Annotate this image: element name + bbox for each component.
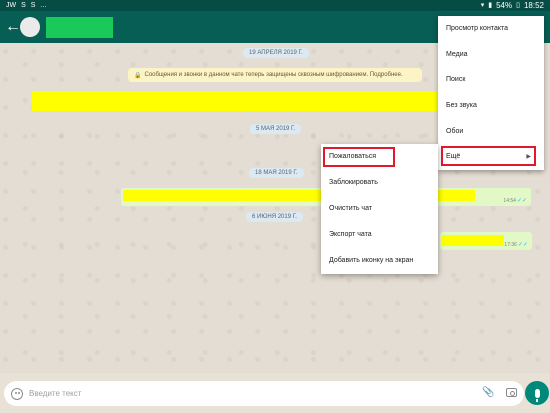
microphone-icon xyxy=(534,388,540,402)
emoji-icon[interactable] xyxy=(11,387,23,400)
message-redacted[interactable] xyxy=(32,91,442,111)
avatar[interactable] xyxy=(20,17,40,37)
message-redacted xyxy=(442,235,504,246)
arrow-left-icon[interactable]: ← xyxy=(5,11,21,43)
status-bar: JW S S ... ▾ ▮ 54% ▯ 18:52 xyxy=(0,0,550,11)
notification-icon-3: S xyxy=(30,2,36,9)
system-icons: ▾ ▮ 54% ▯ 18:52 xyxy=(481,0,544,11)
menu-item-mute[interactable]: Без звука xyxy=(438,93,544,119)
notification-icons: JW S S ... xyxy=(6,0,46,11)
paperclip-icon[interactable]: 📎 xyxy=(482,387,494,398)
date-divider: 18 МАЯ 2019 Г. xyxy=(249,168,304,178)
encryption-notice[interactable]: 🔒 Сообщения и звонки в данном чате тепер… xyxy=(128,68,422,82)
menu-item-export-chat[interactable]: Экспорт чата xyxy=(321,222,438,248)
wifi-icon: ▾ xyxy=(480,2,485,9)
highlight-box-more xyxy=(441,146,536,166)
menu-item-view-contact[interactable]: Просмотр контакта xyxy=(438,16,544,42)
menu-item-add-shortcut[interactable]: Добавить иконку на экран xyxy=(321,248,438,274)
encryption-notice-text: Сообщения и звонки в данном чате теперь … xyxy=(144,72,403,78)
menu-item-wallpaper[interactable]: Обои xyxy=(438,119,544,145)
contact-name-redacted[interactable] xyxy=(46,16,113,38)
notification-icon-1: JW xyxy=(6,2,17,9)
mic-button[interactable] xyxy=(525,381,549,405)
message-time: 17:36✓✓ xyxy=(504,242,528,248)
double-check-icon: ✓✓ xyxy=(516,198,527,204)
composer-bar: 📎 xyxy=(0,373,550,413)
menu-item-media[interactable]: Медиа xyxy=(438,42,544,68)
lock-icon: 🔒 xyxy=(134,72,142,79)
battery-percent: 54% xyxy=(496,1,513,10)
message-input[interactable] xyxy=(29,389,459,398)
date-divider: 19 АПРЕЛЯ 2019 Г. xyxy=(243,48,309,58)
signal-icon: ▮ xyxy=(488,2,493,9)
highlight-box-report xyxy=(323,147,395,167)
message-time: 14:54✓✓ xyxy=(503,198,527,204)
menu-item-clear-chat[interactable]: Очистить чат xyxy=(321,196,438,222)
composer-field[interactable]: 📎 xyxy=(4,381,524,406)
notification-more: ... xyxy=(40,2,47,9)
camera-icon[interactable] xyxy=(506,388,517,397)
date-divider: 6 ИЮНЯ 2019 Г. xyxy=(246,212,303,222)
menu-item-search[interactable]: Поиск xyxy=(438,67,544,93)
clock: 18:52 xyxy=(523,1,544,10)
menu-item-block[interactable]: Заблокировать xyxy=(321,170,438,196)
battery-icon: ▯ xyxy=(516,2,520,9)
notification-icon-2: S xyxy=(21,2,26,9)
double-check-icon: ✓✓ xyxy=(517,242,528,248)
date-divider: 5 МАЯ 2019 Г. xyxy=(250,124,302,134)
outgoing-message[interactable]: 17:36✓✓ xyxy=(440,232,532,250)
